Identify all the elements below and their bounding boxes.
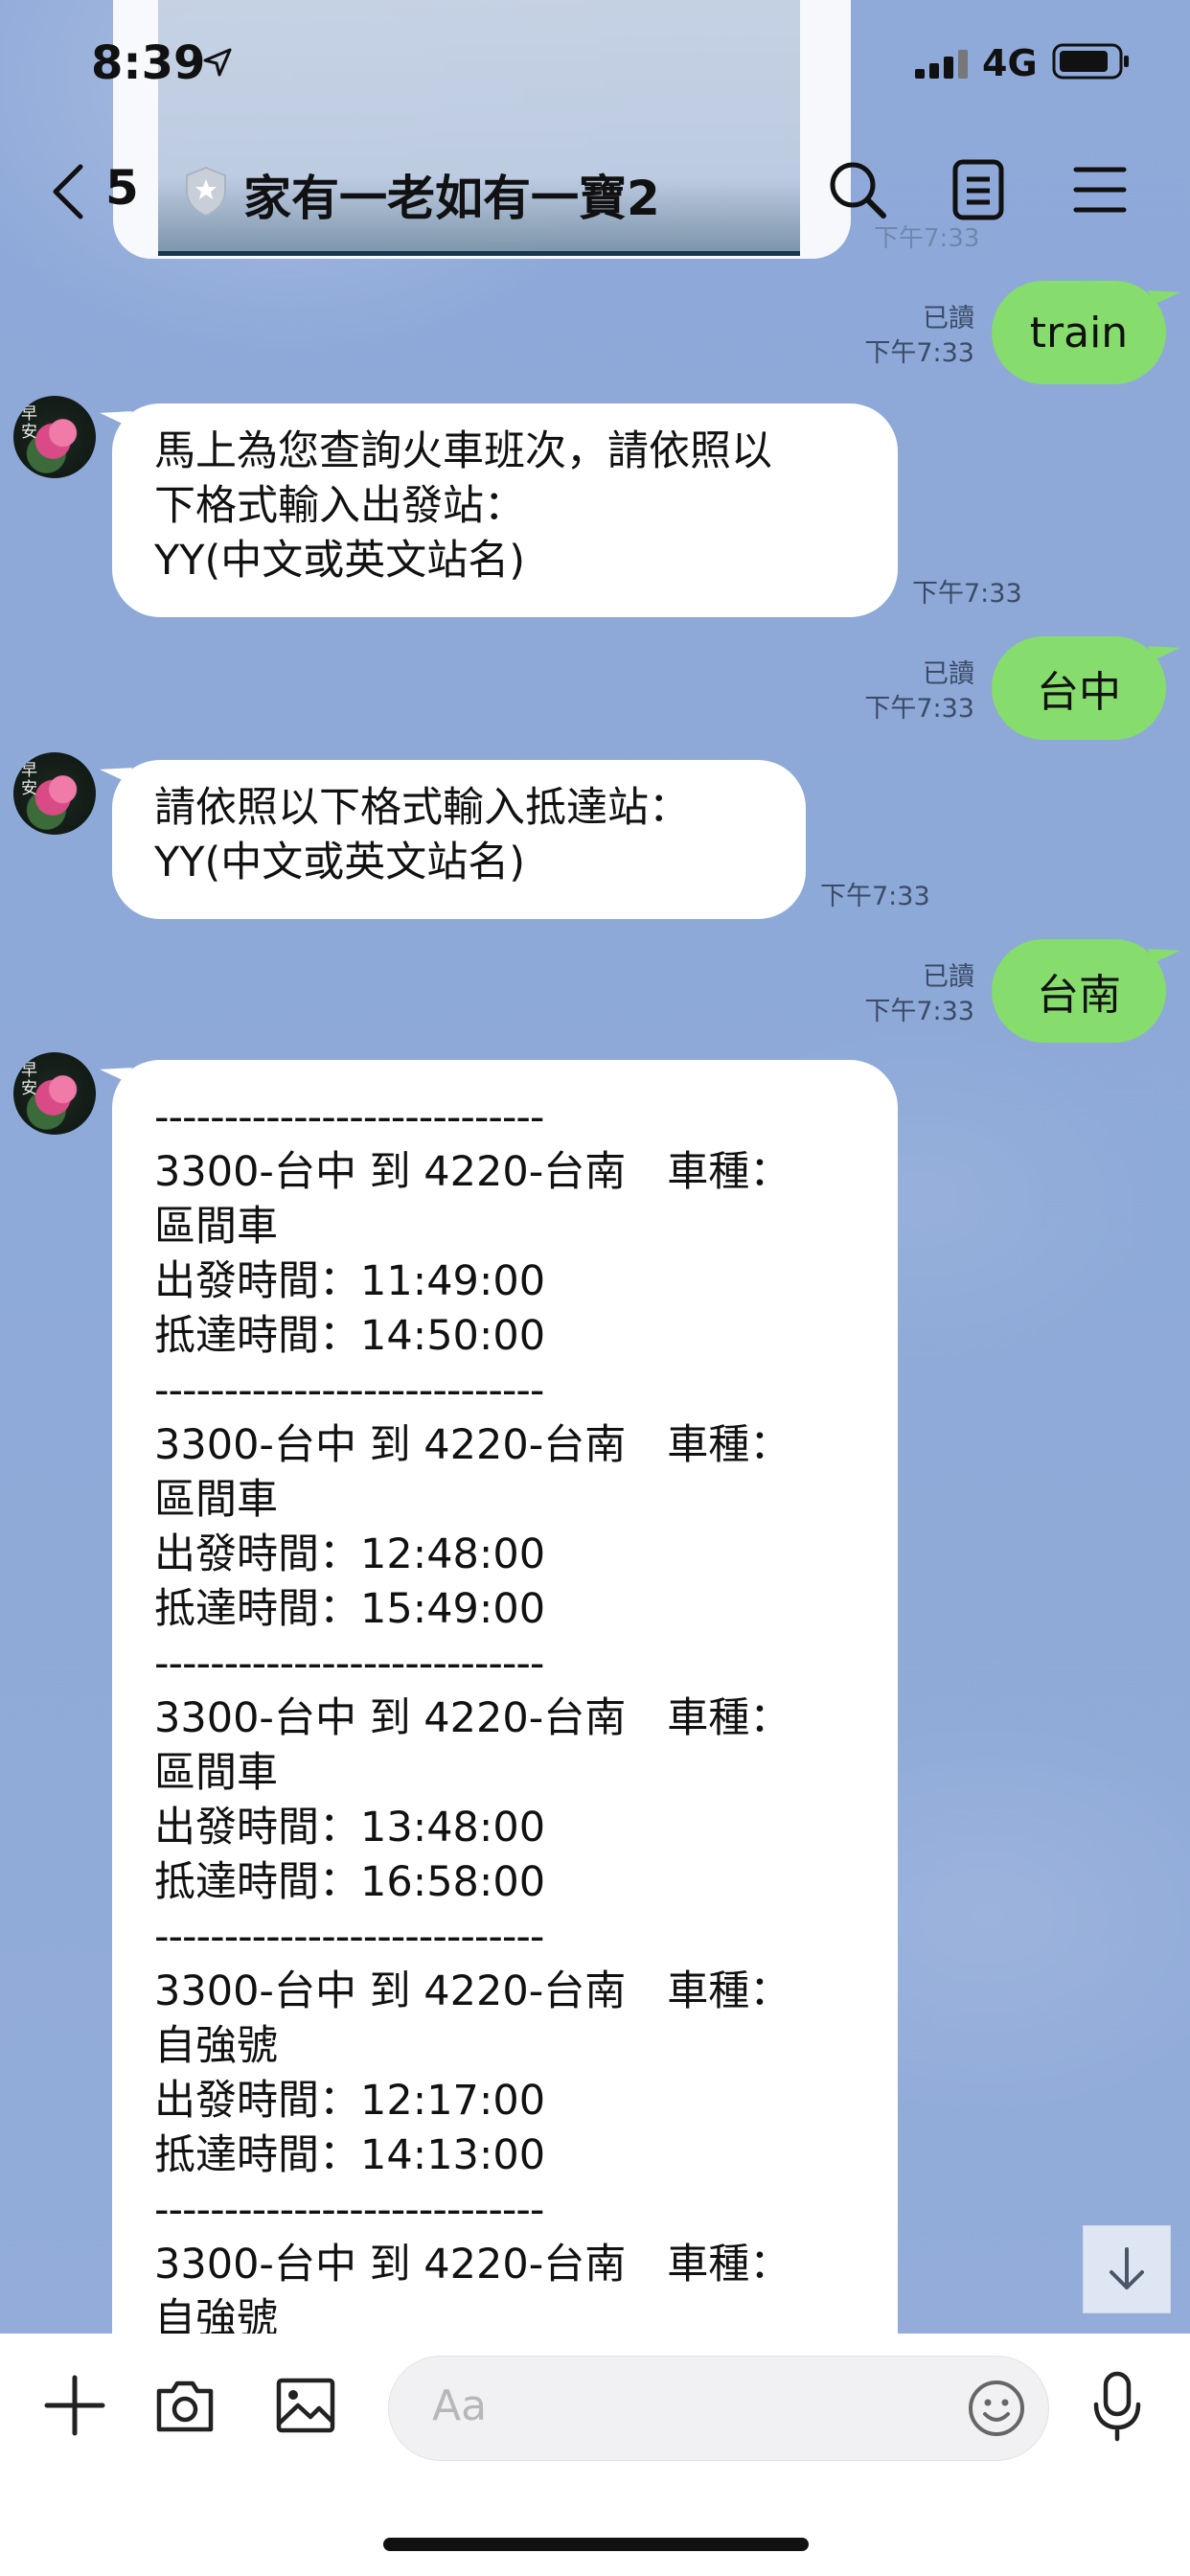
message-time: 下午7:33 [864,694,974,724]
train-entry: ---------------------------- 3300-台中 到 4… [154,1910,856,2183]
notes-icon[interactable] [951,158,1005,221]
microphone-icon[interactable] [1090,2370,1144,2443]
outgoing-message-bubble[interactable]: train [992,281,1166,384]
message-meta: 已讀 下午7:33 [864,960,974,1029]
unread-count[interactable]: 5 [105,160,139,216]
arrival-time: 抵達時間：16:58:00 [154,1858,546,1906]
shield-icon [186,166,226,218]
avatar[interactable]: 早安 [13,752,96,835]
departure-time: 出發時間：13:48:00 [154,1804,546,1852]
avatar-text: 早安 [21,761,37,798]
train-type: 區間車 [154,1476,278,1524]
departure-time: 出發時間：12:48:00 [154,1530,546,1578]
divider-line: ---------------------------- [154,1913,544,1961]
chat-title[interactable]: 家有一老如有一寶2 [243,160,660,229]
departure-time: 出發時間：12:17:00 [154,2077,546,2125]
image-message-bottom-edge [158,251,800,256]
read-receipt: 已讀 [923,659,974,689]
divider-line: ---------------------------- [154,1640,544,1688]
route-text: 3300-台中 到 4220-台南 車種： [154,1421,791,1469]
arrival-time: 抵達時間：14:50:00 [154,1312,546,1360]
location-arrow-icon [203,48,232,77]
network-type: 4G [982,42,1038,84]
scroll-to-bottom-button[interactable] [1083,2225,1171,2313]
route-text: 3300-台中 到 4220-台南 車種： [154,1694,791,1742]
home-indicator [383,2538,809,2551]
incoming-message-bubble[interactable]: 請依照以下格式輸入抵達站： YY(中文或英文站名) [112,760,806,919]
arrow-down-icon [1110,2247,1144,2289]
route-text: 3300-台中 到 4220-台南 車種： [154,1148,791,1196]
train-entry: ---------------------------- 3300-台中 到 4… [154,2183,856,2347]
departure-time: 出發時間：11:49:00 [154,1257,546,1305]
image-icon[interactable] [274,2374,337,2437]
train-entry: ---------------------------- 3300-台中 到 4… [154,1364,856,1637]
train-entry: ---------------------------- 3300-台中 到 4… [154,1091,856,1364]
battery-icon [1052,43,1129,80]
divider-line: ---------------------------- [154,1093,544,1141]
avatar-text: 早安 [21,404,37,442]
message-input[interactable]: Aa [388,2356,1049,2461]
message-time: 下午7:33 [820,882,930,911]
avatar[interactable]: 早安 [13,1052,96,1135]
read-receipt: 已讀 [923,304,974,334]
back-arrow-icon[interactable] [48,163,86,220]
train-entry: ---------------------------- 3300-台中 到 4… [154,1637,856,1910]
outgoing-message-bubble[interactable]: 台中 [992,636,1166,740]
route-text: 3300-台中 到 4220-台南 車種： [154,1967,791,2015]
status-bar: 8:39 4G [0,0,1190,129]
incoming-message-bubble[interactable]: 馬上為您查詢火車班次，請依照以 下格式輸入出發站： YY(中文或英文站名) [112,403,898,617]
train-results-bubble[interactable]: ---------------------------- 3300-台中 到 4… [112,1060,898,2402]
message-time: 下午7:33 [912,579,1022,609]
divider-line: ---------------------------- [154,1367,544,1414]
emoji-icon[interactable] [966,2378,1027,2439]
arrival-time: 抵達時間：15:49:00 [154,1585,546,1633]
cellular-signal-icon [915,50,968,79]
outgoing-message-bubble[interactable]: 台南 [992,939,1166,1043]
train-type: 自強號 [154,2022,278,2070]
input-placeholder: Aa [432,2381,488,2430]
train-type: 區間車 [154,1749,278,1797]
plus-icon[interactable] [43,2374,106,2437]
message-time: 下午7:33 [864,997,974,1026]
train-type: 區間車 [154,1203,278,1251]
menu-icon[interactable] [1073,158,1127,221]
avatar[interactable]: 早安 [13,396,96,478]
message-meta: 已讀 下午7:33 [864,302,974,371]
chat-header: 5 家有一老如有一寶2 [0,139,1190,244]
arrival-time: 抵達時間：14:13:00 [154,2131,546,2179]
search-icon[interactable] [826,158,889,221]
avatar-text: 早安 [21,1061,37,1098]
message-time: 下午7:33 [864,338,974,368]
message-meta: 已讀 下午7:33 [864,657,974,726]
read-receipt: 已讀 [923,962,974,992]
camera-icon[interactable] [153,2374,217,2437]
divider-line: ---------------------------- [154,2186,544,2234]
route-text: 3300-台中 到 4220-台南 車種： [154,2241,791,2288]
status-time: 8:39 [91,36,206,90]
